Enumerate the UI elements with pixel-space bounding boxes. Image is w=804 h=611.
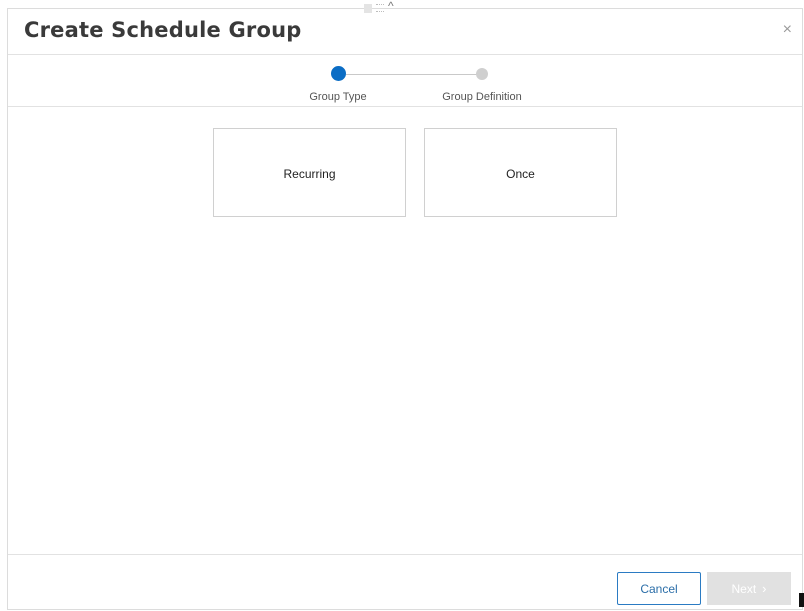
group-type-options: Recurring Once (213, 128, 617, 217)
option-once-label: Once (506, 167, 535, 181)
cancel-button[interactable]: Cancel (617, 572, 701, 605)
create-schedule-group-dialog: ^ Create Schedule Group × Group Type Gro… (7, 0, 803, 610)
option-recurring-card[interactable]: Recurring (213, 128, 406, 217)
dialog-title: Create Schedule Group (24, 18, 302, 42)
next-button-label: Next (731, 581, 757, 596)
option-recurring-label: Recurring (283, 167, 336, 181)
close-icon[interactable]: × (783, 22, 792, 38)
option-once-card[interactable]: Once (424, 128, 617, 217)
chevron-up-icon[interactable]: ^ (388, 0, 394, 12)
step-indicator-group-type (331, 66, 346, 81)
next-button[interactable]: Next › (707, 572, 791, 605)
step-indicator-group-definition (476, 68, 488, 80)
step-label-group-definition: Group Definition (442, 91, 522, 103)
edge-marker (799, 593, 804, 607)
chevron-right-icon: › (762, 581, 767, 596)
dialog-footer: Cancel Next › (8, 554, 802, 609)
stepper-connector (346, 74, 484, 75)
step-label-group-type: Group Type (309, 91, 367, 103)
drag-handle-icon[interactable]: ^ (364, 0, 406, 15)
drag-bar (364, 3, 372, 13)
wizard-stepper: Group Type Group Definition (8, 54, 802, 107)
dialog-header: ^ Create Schedule Group × (8, 0, 802, 55)
drag-dots (376, 4, 384, 12)
cancel-button-label: Cancel (640, 581, 678, 596)
